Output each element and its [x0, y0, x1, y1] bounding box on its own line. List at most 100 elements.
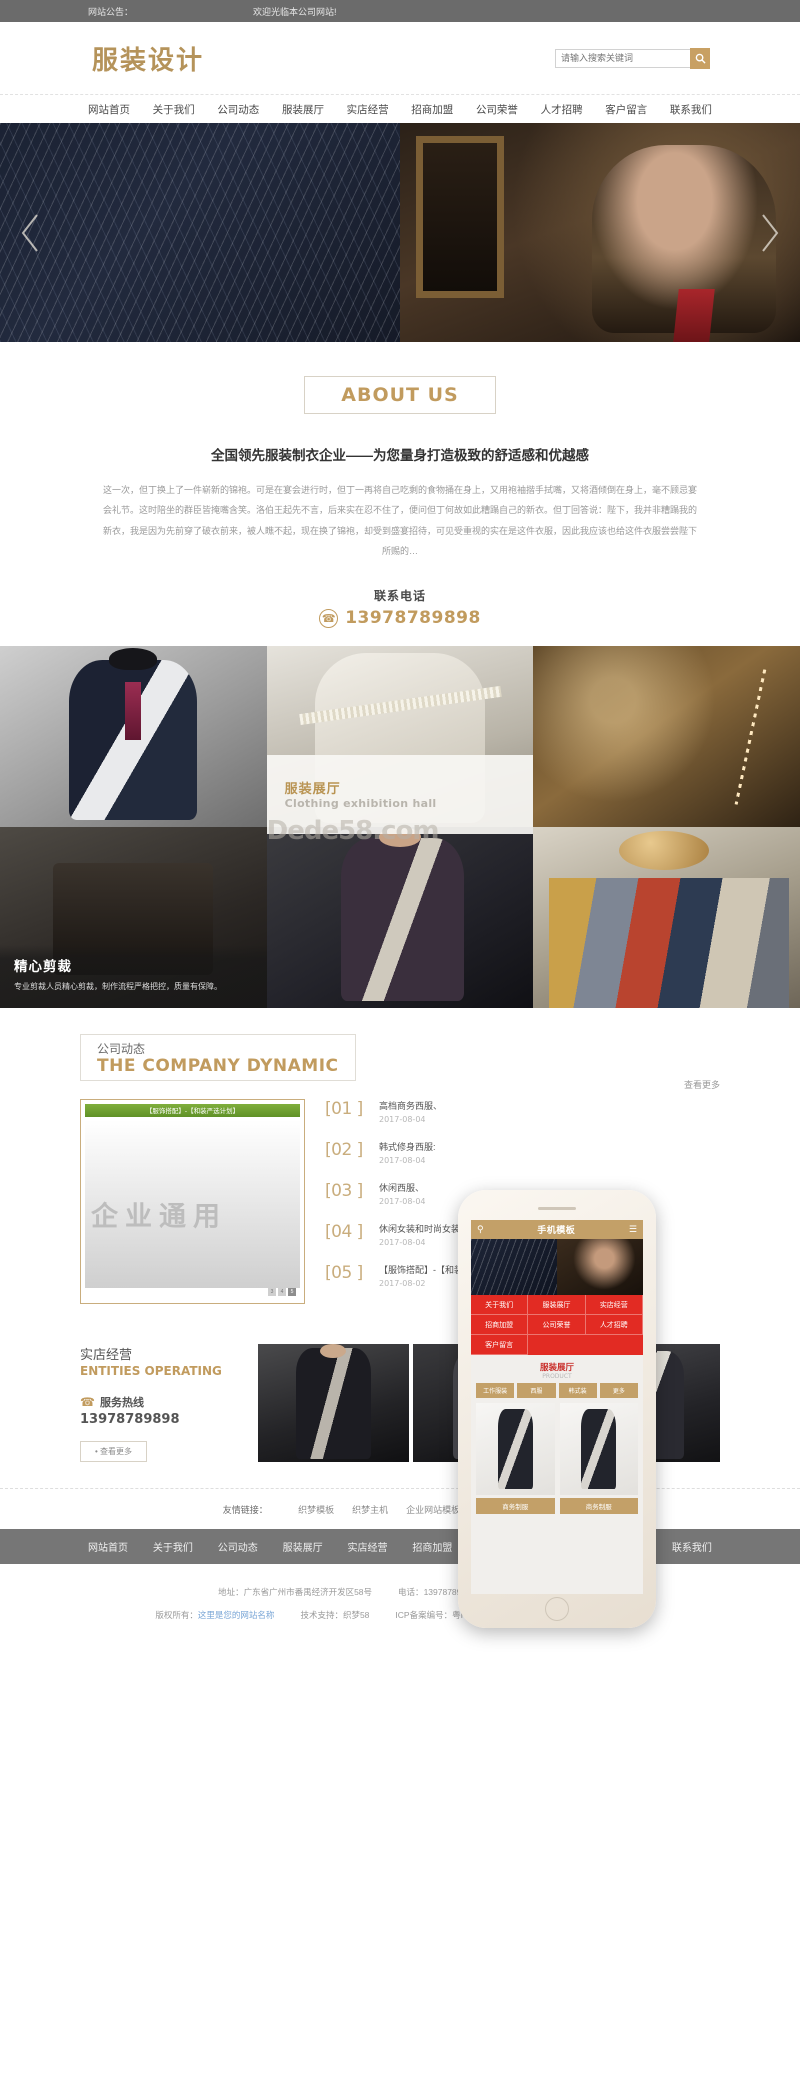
phone-tab-2[interactable]: 韩式装 — [558, 1383, 597, 1398]
search-icon[interactable]: ⚲ — [477, 1224, 484, 1235]
site-logo[interactable]: 服装设计 — [80, 40, 204, 77]
news-index: [05 ] — [325, 1262, 363, 1283]
news-title[interactable]: 休闲西服、 — [379, 1181, 426, 1194]
phone-nav-item-5[interactable]: 人才招聘 — [585, 1315, 643, 1335]
gallery-overlay-title: 服装展厅 Clothing exhibition hall — [266, 754, 534, 835]
footer-support: 织梦58 — [342, 1609, 370, 1620]
news-title[interactable]: 韩式修身西服: — [379, 1140, 436, 1153]
search-button[interactable] — [690, 47, 710, 69]
nav-item-1[interactable]: 关于我们 — [153, 102, 195, 117]
slider-dot-0[interactable]: 3 — [268, 1287, 276, 1296]
friendly-links: 友情链接： 织梦模板织梦主机企业网站模板建站素材创业项目 — [0, 1487, 800, 1529]
entities-operating-section: 实店经营 ENTITIES OPERATING ☎ 服务热线 139787898… — [0, 1321, 800, 1488]
nav-item-9[interactable]: 联系我们 — [670, 102, 712, 117]
company-dynamic-more-link[interactable]: 查看更多 — [684, 1078, 720, 1091]
footer-nav-item-9[interactable]: 联系我们 — [672, 1539, 712, 1554]
entities-image-1[interactable] — [258, 1343, 410, 1462]
news-title[interactable]: 休闲女装和时尚女装 — [379, 1222, 460, 1235]
news-index: [04 ] — [325, 1221, 363, 1242]
banner-frame-decor — [416, 136, 504, 299]
gallery-overlay-en: Clothing exhibition hall — [284, 797, 437, 811]
footer-nav-item-0[interactable]: 网站首页 — [88, 1539, 128, 1554]
phone-tab-0[interactable]: 工作服装 — [476, 1383, 515, 1398]
gallery-image-1[interactable] — [0, 646, 267, 827]
news-index: [01 ] — [325, 1098, 363, 1119]
friendly-link-2[interactable]: 企业网站模板 — [406, 1505, 460, 1515]
phone-nav-item-2[interactable]: 实店经营 — [585, 1295, 643, 1315]
company-dynamic-heading: 公司动态 THE COMPANY DYNAMIC — [80, 1034, 356, 1081]
search-box — [555, 47, 710, 69]
news-title[interactable]: 高档商务西服、 — [379, 1099, 442, 1112]
gallery-section: 服装展厅 Clothing exhibition hall Dede58.com… — [0, 646, 800, 1008]
news-date: 2017-08-04 — [379, 1155, 426, 1165]
friendly-link-0[interactable]: 织梦模板 — [298, 1505, 334, 1515]
dynamic-slider-image: 企业通用 — [85, 1119, 300, 1288]
phone-nav-item-0[interactable]: 关于我们 — [471, 1295, 529, 1315]
footer-phone-label: 电话： — [398, 1586, 424, 1597]
nav-item-0[interactable]: 网站首页 — [88, 102, 130, 117]
footer-contact-row: 地址：广东省广州市番禺经济开发区58号 电话：13978789898 传真：02… — [0, 1586, 800, 1598]
contact-phone-label: 联系电话 — [373, 589, 426, 603]
phone-nav-item-1[interactable]: 服装展厅 — [528, 1295, 586, 1315]
nav-item-6[interactable]: 公司荣誉 — [476, 102, 518, 117]
gallery-image-6[interactable] — [533, 827, 800, 1008]
slider-dot-1[interactable]: 4 — [278, 1287, 286, 1296]
contact-phone-number: 13978789898 — [345, 608, 481, 628]
phone-nav-item-3[interactable]: 招商加盟 — [471, 1315, 529, 1335]
footer-nav-item-2[interactable]: 公司动态 — [218, 1539, 258, 1554]
about-heading: 全国领先服装制衣企业——为您量身打造极致的舒适感和优越感 — [211, 448, 589, 463]
friendly-links-label: 友情链接： — [222, 1504, 268, 1515]
footer-nav-item-5[interactable]: 招商加盟 — [412, 1539, 452, 1554]
news-title[interactable]: 【服饰搭配】-【和装 — [379, 1263, 463, 1276]
nav-item-3[interactable]: 服装展厅 — [282, 102, 324, 117]
phone-icon: ☎ — [319, 608, 339, 628]
company-dynamic-section: 公司动态 THE COMPANY DYNAMIC 查看更多 【服饰搭配】-【和装… — [0, 1008, 800, 1322]
dynamic-slider[interactable]: 【服饰搭配】-【和装严选计划】 企业通用 345 — [80, 1098, 305, 1304]
footer-copyright-label: 版权所有： — [155, 1609, 198, 1620]
news-item[interactable]: [01 ] 高档商务西服、 2017-08-04 — [325, 1099, 720, 1140]
phone-icon: ☎ — [80, 1394, 95, 1409]
entities-title-en: ENTITIES OPERATING — [80, 1363, 222, 1378]
main-navigation: 网站首页 关于我们 公司动态 服装展厅 实店经营 招商加盟 公司荣誉 人才招聘 客户留言 联系我们 — [0, 94, 800, 123]
phone-nav-grid: 关于我们 服装展厅 实店经营招商加盟 公司荣誉 人才招聘客户留言 — [471, 1295, 643, 1355]
nav-item-2[interactable]: 公司动态 — [217, 102, 259, 117]
phone-header: ⚲ 手机模板 ☰ — [471, 1220, 643, 1239]
phone-product-1[interactable]: 商务制服 — [559, 1403, 638, 1514]
gallery-caption-title: 精心剪裁 — [14, 959, 72, 975]
phone-tab-3[interactable]: 更多 — [599, 1383, 638, 1398]
phone-nav-item-4[interactable]: 公司荣誉 — [528, 1315, 586, 1335]
phone-section-cn: 服装展厅 — [539, 1362, 574, 1372]
hamburger-icon[interactable]: ☰ — [629, 1224, 637, 1235]
phone-nav-item-6[interactable]: 客户留言 — [471, 1335, 529, 1355]
nav-item-8[interactable]: 客户留言 — [605, 102, 647, 117]
nav-item-7[interactable]: 人才招聘 — [541, 102, 583, 117]
footer-copyright-link[interactable]: 这里是您的网站名称 — [198, 1610, 275, 1620]
news-date: 2017-08-04 — [379, 1114, 426, 1124]
hero-banner — [0, 123, 800, 342]
slider-dot-2[interactable]: 5 — [288, 1287, 296, 1296]
phone-product-0[interactable]: 商务制服 — [476, 1403, 555, 1514]
footer-meta-row: 版权所有：这里是您的网站名称 技术支持：织梦58 ICP备案编号：粤ICP备32… — [0, 1609, 800, 1621]
dynamic-slider-caption-text: 【服饰搭配】-【和装严选计划】 — [145, 1108, 240, 1116]
friendly-link-1[interactable]: 织梦主机 — [352, 1505, 388, 1515]
search-input[interactable] — [555, 48, 690, 68]
footer-nav-item-4[interactable]: 实店经营 — [348, 1539, 388, 1554]
footer-nav-item-3[interactable]: 服装展厅 — [283, 1539, 323, 1554]
chevron-right-icon[interactable] — [756, 211, 782, 255]
gallery-image-5[interactable] — [266, 827, 534, 1008]
phone-product-grid: 商务制服 商务制服 — [471, 1403, 643, 1514]
chevron-left-icon[interactable] — [18, 211, 44, 255]
footer-nav-item-1[interactable]: 关于我们 — [153, 1539, 193, 1554]
news-item[interactable]: [02 ] 韩式修身西服: 2017-08-04 — [325, 1140, 720, 1181]
gallery-image-3[interactable] — [533, 646, 800, 827]
entities-more-button[interactable]: • 查看更多 — [80, 1440, 148, 1462]
about-title: ABOUT US — [304, 376, 496, 414]
news-date: 2017-08-04 — [379, 1196, 426, 1206]
nav-item-5[interactable]: 招商加盟 — [411, 102, 453, 117]
about-body-text: 这一次，但丁换上了一件崭新的锦袍。可是在宴会进行时，但丁一再将自己吃剩的食物捅在… — [102, 485, 697, 556]
nav-item-4[interactable]: 实店经营 — [347, 102, 389, 117]
phone-home-button[interactable] — [545, 1597, 569, 1621]
phone-tab-1[interactable]: 西服 — [517, 1383, 556, 1398]
dynamic-slider-pager[interactable]: 345 — [268, 1287, 296, 1296]
phone-section-heading: 服装展厅 PRODUCT — [471, 1355, 643, 1383]
